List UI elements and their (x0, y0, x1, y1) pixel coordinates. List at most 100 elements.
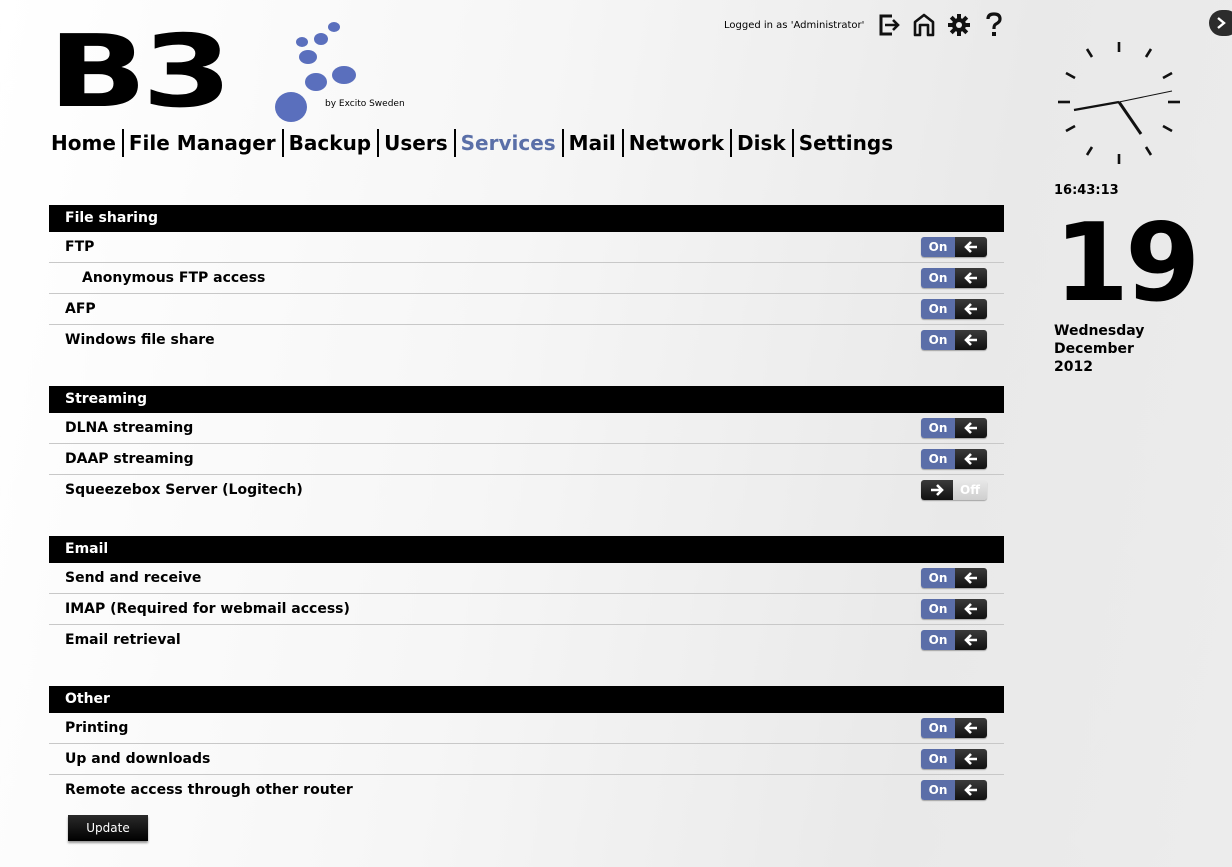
arrow-left-icon (955, 237, 987, 257)
toggle-state: On (921, 268, 955, 288)
service-label: Remote access through other router (65, 782, 353, 798)
toggle-state: On (921, 330, 955, 350)
up-downloads-toggle[interactable]: On (921, 749, 987, 769)
logo-dots-icon (275, 22, 356, 122)
toggle-state: On (921, 418, 955, 438)
email-retrieval-toggle[interactable]: On (921, 630, 987, 650)
afp-toggle[interactable]: On (921, 299, 987, 319)
toggle-state: On (921, 630, 955, 650)
services-form: File sharing FTP On Anonymous FTP access… (49, 205, 1004, 805)
arrow-right-icon (921, 480, 953, 500)
nav-mail[interactable]: Mail (567, 129, 620, 157)
group-header: Streaming (49, 386, 1004, 413)
arrow-left-icon (955, 449, 987, 469)
toggle-state: Off (953, 480, 987, 500)
group-email: Email Send and receive On IMAP (Required… (49, 536, 1004, 655)
sidebar-toggle-button[interactable] (1209, 10, 1232, 36)
toggle-state: On (921, 780, 955, 800)
chevron-right-icon (1217, 17, 1226, 29)
help-icon[interactable] (979, 11, 1009, 39)
service-label: IMAP (Required for webmail access) (65, 601, 350, 617)
arrow-left-icon (955, 568, 987, 588)
squeezebox-toggle[interactable]: Off (921, 480, 987, 500)
toggle-state: On (921, 568, 955, 588)
service-row: Send and receive On (49, 563, 1004, 594)
date-day: 19 (1054, 201, 1200, 326)
service-label: DAAP streaming (65, 451, 194, 467)
service-row: DLNA streaming On (49, 413, 1004, 444)
arrow-left-icon (955, 749, 987, 769)
service-label: AFP (65, 301, 96, 317)
group-file-sharing: File sharing FTP On Anonymous FTP access… (49, 205, 1004, 355)
arrow-left-icon (955, 780, 987, 800)
nav-network[interactable]: Network (627, 129, 728, 157)
service-row: Email retrieval On (49, 625, 1004, 655)
toggle-state: On (921, 718, 955, 738)
group-other: Other Printing On Up and downloads On Re… (49, 686, 1004, 805)
service-label: FTP (65, 239, 95, 255)
ftp-toggle[interactable]: On (921, 237, 987, 257)
group-streaming: Streaming DLNA streaming On DAAP streami… (49, 386, 1004, 505)
nav-separator (730, 129, 733, 157)
nav-separator (453, 129, 456, 157)
service-label: Squeezebox Server (Logitech) (65, 482, 303, 498)
service-row: Up and downloads On (49, 744, 1004, 775)
arrow-left-icon (955, 718, 987, 738)
service-row: Anonymous FTP access On (49, 263, 1004, 294)
analog-clock (1058, 42, 1180, 164)
date-year: 2012 (1054, 359, 1093, 375)
date-month: December (1054, 341, 1134, 357)
daap-toggle[interactable]: On (921, 449, 987, 469)
service-label: Anonymous FTP access (82, 270, 266, 286)
service-label: Send and receive (65, 570, 202, 586)
send-receive-toggle[interactable]: On (921, 568, 987, 588)
gear-icon[interactable] (944, 11, 974, 39)
nav-file-manager[interactable]: File Manager (127, 129, 280, 157)
arrow-left-icon (955, 418, 987, 438)
update-button[interactable]: Update (68, 815, 148, 841)
remote-access-toggle[interactable]: On (921, 780, 987, 800)
nav-separator (561, 129, 564, 157)
arrow-left-icon (955, 330, 987, 350)
service-label: Windows file share (65, 332, 215, 348)
nav-users[interactable]: Users (382, 129, 451, 157)
printing-toggle[interactable]: On (921, 718, 987, 738)
service-row: Windows file share On (49, 325, 1004, 355)
anonymous-ftp-toggle[interactable]: On (921, 268, 987, 288)
service-label: Up and downloads (65, 751, 211, 767)
arrow-left-icon (955, 268, 987, 288)
logout-icon[interactable] (874, 11, 904, 39)
arrow-left-icon (955, 630, 987, 650)
windows-share-toggle[interactable]: On (921, 330, 987, 350)
date-weekday: Wednesday (1054, 323, 1145, 339)
toggle-state: On (921, 449, 955, 469)
nav-home[interactable]: Home (49, 129, 120, 157)
nav-settings[interactable]: Settings (797, 129, 897, 157)
group-header: Email (49, 536, 1004, 563)
home-icon[interactable] (909, 11, 939, 39)
nav-disk[interactable]: Disk (735, 129, 790, 157)
nav-backup[interactable]: Backup (287, 129, 375, 157)
main-nav: Home File Manager Backup Users Services … (49, 129, 897, 157)
logo-text: B3 (48, 13, 232, 130)
nav-separator (621, 129, 624, 157)
clock-time: 16:43:13 (1054, 183, 1119, 198)
toggle-state: On (921, 237, 955, 257)
service-row: Printing On (49, 713, 1004, 744)
nav-services[interactable]: Services (459, 129, 560, 157)
dlna-toggle[interactable]: On (921, 418, 987, 438)
logo: B3 by Excito Sweden (48, 20, 418, 125)
group-header: Other (49, 686, 1004, 713)
service-row: Squeezebox Server (Logitech) Off (49, 475, 1004, 505)
service-row: FTP On (49, 232, 1004, 263)
service-label: Email retrieval (65, 632, 181, 648)
nav-separator (377, 129, 380, 157)
service-label: Printing (65, 720, 129, 736)
status-bar: Logged in as 'Administrator' (724, 11, 1014, 39)
service-row: DAAP streaming On (49, 444, 1004, 475)
service-row: AFP On (49, 294, 1004, 325)
login-status: Logged in as 'Administrator' (724, 19, 865, 31)
nav-separator (791, 129, 794, 157)
imap-toggle[interactable]: On (921, 599, 987, 619)
arrow-left-icon (955, 599, 987, 619)
